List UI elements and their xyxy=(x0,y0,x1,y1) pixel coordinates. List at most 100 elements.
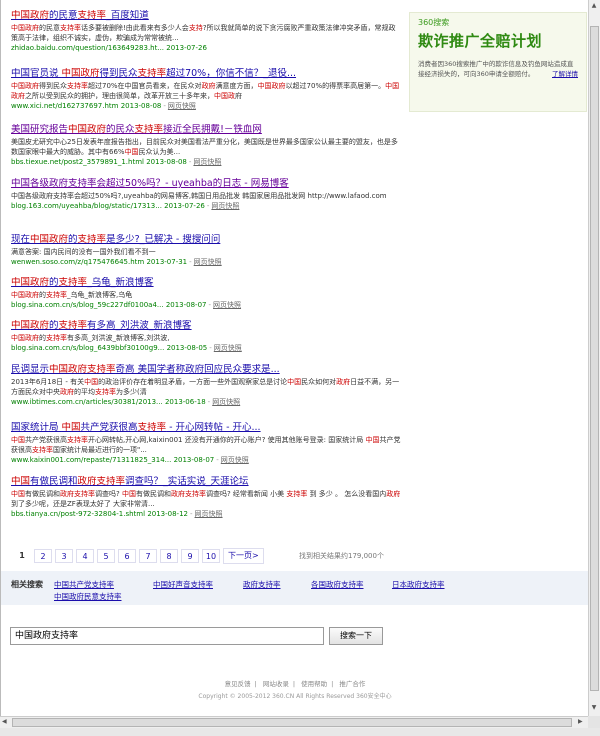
title-text: 的民意 xyxy=(49,10,78,21)
snippet-text: 的 xyxy=(39,291,46,299)
snapshot-link[interactable]: 网页快照 xyxy=(168,102,196,110)
highlighted-term: 支持率 xyxy=(46,291,67,299)
snippet-text: 调查吗? 经常看新闻 小美 xyxy=(205,490,287,498)
snapshot-link[interactable]: 网页快照 xyxy=(213,301,241,309)
snippet-text: 的政治评价存在着明显矛盾，一方面一些外国观察家总是讨论 xyxy=(98,378,288,386)
snapshot-link[interactable]: 网页快照 xyxy=(195,510,223,518)
snippet-text: 开心网转帖,开心网,kaixin001 还没有开通你的开心账户? 使用其他账号登… xyxy=(88,436,366,444)
highlighted-term: 中国政府 xyxy=(30,234,69,245)
page-link[interactable]: 2 xyxy=(34,549,52,563)
title-text: 国家统计局 xyxy=(11,422,62,433)
page-link[interactable]: 8 xyxy=(160,549,178,563)
title-text: 民调显示 xyxy=(11,364,50,375)
page-link[interactable]: 3 xyxy=(55,549,73,563)
title-text: 的 xyxy=(68,234,78,245)
ad-panel[interactable]: 360搜索 欺诈推广全赔计划 消费者因360搜索推广中的欺诈信息及钓鱼网站造成直… xyxy=(409,12,587,112)
result-url: bbs.tianya.cn/post-972-32804-1.shtml xyxy=(11,510,146,518)
highlighted-term: 支持率 xyxy=(286,490,308,498)
page-link[interactable]: 6 xyxy=(118,549,136,563)
highlighted-term: 支持率 xyxy=(77,234,107,245)
snippet-text: 满意答案: 国内民间的没有一国外我们看不到一 xyxy=(11,248,156,256)
highlighted-term: 政府支持率 xyxy=(170,490,206,498)
highlighted-term: 中国政府 xyxy=(11,291,39,299)
related-link[interactable]: 各国政府支持率 xyxy=(311,579,364,590)
highlighted-term: 中国 xyxy=(61,422,81,433)
snippet-text: 国家统计局最近进行的一项"... xyxy=(53,446,147,454)
vertical-scroll-thumb[interactable] xyxy=(590,26,599,691)
scroll-down-arrow-icon[interactable]: ▼ xyxy=(589,704,599,711)
highlighted-term: 中国 xyxy=(11,476,31,487)
search-button[interactable]: 搜索一下 xyxy=(329,627,383,645)
footer-link-ads[interactable]: 推广合作 xyxy=(339,680,365,688)
ad-text: 消费者因360搜索推广中的欺诈信息及钓鱼网站造成直接经济损失的，可向360申请全… xyxy=(418,59,578,79)
search-result: 民调显示中国政府支持率奇高 美国学者称政府回应民众要求是... 2013年6月18… xyxy=(11,364,401,407)
highlighted-term: 中国 xyxy=(11,436,25,444)
horizontal-scrollbar[interactable]: ◀ ▶ xyxy=(0,716,588,728)
result-count: 找到相关结果约179,000个 xyxy=(299,552,384,560)
result-meta: blog.sina.com.cn/s/blog_59c227df0100a4..… xyxy=(11,301,242,309)
related-link[interactable]: 中国好声音支持率 xyxy=(153,579,213,590)
page-link[interactable]: 7 xyxy=(139,549,157,563)
scroll-up-arrow-icon[interactable]: ▲ xyxy=(589,2,599,9)
snapshot-link[interactable]: 网页快照 xyxy=(212,398,240,406)
vertical-scrollbar[interactable]: ▲ ▼ xyxy=(588,0,600,716)
snapshot-link[interactable]: 网页快照 xyxy=(193,158,221,166)
result-title-link[interactable]: 国家统计局 中国共产党获很高支持率 - 开心网转帖 - 开心... xyxy=(11,422,401,434)
related-link[interactable]: 日本政府支持率 xyxy=(392,579,445,590)
footer-link-feedback[interactable]: 意见反馈 xyxy=(225,680,251,688)
page-link[interactable]: 5 xyxy=(97,549,115,563)
footer-link-submit[interactable]: 网站收录 xyxy=(263,680,289,688)
result-title-link[interactable]: 中国各级政府支持率会超过50%吗？- uyeahba的日志 - 网易博客 xyxy=(11,178,401,190)
scroll-left-arrow-icon[interactable]: ◀ xyxy=(2,718,7,725)
snapshot-link[interactable]: 网页快照 xyxy=(211,202,239,210)
snippet-text: 到了多少呢，还是ZF表现太好了 大家非常清... xyxy=(11,500,155,508)
related-link[interactable]: 中国共产党支持率 xyxy=(54,579,114,590)
result-url: www.xici.net/d162737697.htm xyxy=(11,102,119,110)
result-meta: www.xici.net/d162737697.htm 2013-08-08- 网… xyxy=(11,102,196,110)
result-title-link[interactable]: 现在中国政府的支持率是多少?_已解决 - 搜搜问问 xyxy=(11,234,401,246)
highlighted-term: 政府 xyxy=(386,490,401,498)
related-link[interactable]: 政府支持率 xyxy=(243,579,281,590)
related-link[interactable]: 中国政府民意支持率 xyxy=(54,591,122,602)
footer-link-help[interactable]: 使用帮助 xyxy=(301,680,327,688)
title-text: _乌龟_新浪博客 xyxy=(87,277,154,288)
snapshot-link[interactable]: 网页快照 xyxy=(214,344,242,352)
scroll-right-arrow-icon[interactable]: ▶ xyxy=(578,718,583,725)
highlighted-term: 中国 xyxy=(121,490,136,498)
result-title-link[interactable]: 中国政府的民意支持率_百度知道 xyxy=(11,10,401,22)
snapshot-link[interactable]: 网页快照 xyxy=(221,456,249,464)
result-title-link[interactable]: 中国官员说 中国政府得到民众支持率超过70%，你信不信？_退役... xyxy=(11,68,401,80)
ad-details-link[interactable]: 了解详情 xyxy=(552,69,578,79)
result-title-link[interactable]: 中国有做民调和政府支持率调查吗？_实话实说_天涯论坛 xyxy=(11,476,401,488)
result-snippet: 中国政府的支持率有多高_刘洪波_新浪博客,刘洪波, xyxy=(11,333,401,343)
highlighted-term: 支持率 xyxy=(137,422,167,433)
snippet-text: 到 多少 。 怎么没看国内 xyxy=(307,490,387,498)
snippet-text: 有做民调和 xyxy=(135,490,171,498)
search-input[interactable]: 中国政府支持率 xyxy=(10,627,324,645)
snippet-text: 超过70%在中国官员看来，在民众对 xyxy=(88,82,202,90)
result-date: 2013-08-08 xyxy=(120,102,162,110)
title-text: _百度知道 xyxy=(106,10,149,21)
result-title-link[interactable]: 民调显示中国政府支持率奇高 美国学者称政府回应民众要求是... xyxy=(11,364,401,376)
highlighted-term: 中国 xyxy=(287,378,302,386)
title-text: 美国研究报告 xyxy=(11,124,69,135)
highlighted-term: 支持 xyxy=(188,24,203,32)
next-page-button[interactable]: 下一页> xyxy=(223,548,264,564)
highlighted-term: 支持率 xyxy=(58,277,88,288)
result-title-link[interactable]: 中国政府的支持率有多高_刘洪波_新浪博客 xyxy=(11,320,401,332)
result-title-link[interactable]: 中国政府的支持率_乌龟_新浪博客 xyxy=(11,277,401,289)
horizontal-scroll-thumb[interactable] xyxy=(12,718,572,727)
page-link[interactable]: 10 xyxy=(202,549,220,563)
snippet-text: 以超过70%的得票率高居第一。 xyxy=(285,82,386,90)
page-link[interactable]: 1 xyxy=(13,549,31,563)
highlighted-term: 中国政府 xyxy=(68,124,107,135)
highlighted-term: 中国 xyxy=(124,148,139,156)
result-url: www.ibtimes.com.cn/articles/30381/2013..… xyxy=(11,398,163,406)
snapshot-link[interactable]: 网页快照 xyxy=(194,258,222,266)
highlighted-term: 政府 xyxy=(336,378,351,386)
ad-headline[interactable]: 欺诈推广全赔计划 xyxy=(418,30,586,51)
highlighted-term: 政府支持率 xyxy=(60,490,95,498)
page-link[interactable]: 4 xyxy=(76,549,94,563)
result-title-link[interactable]: 美国研究报告中国政府的民众支持率接近全民拥戴!－铁血网 xyxy=(11,124,401,136)
page-link[interactable]: 9 xyxy=(181,549,199,563)
